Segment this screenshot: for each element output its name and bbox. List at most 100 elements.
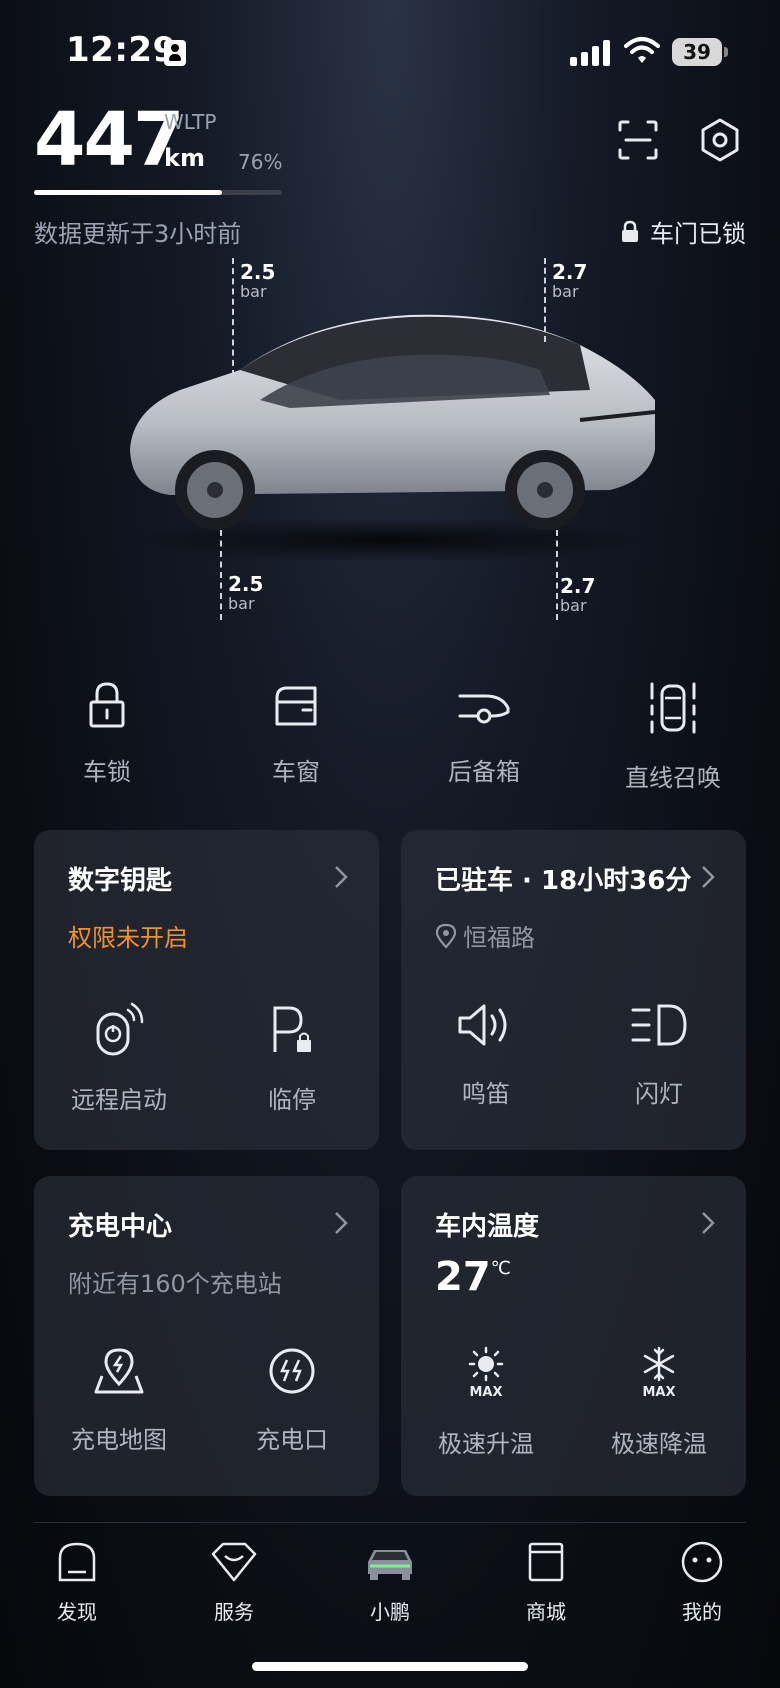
lock-icon (89, 682, 125, 728)
range-standard: WLTP (164, 110, 217, 134)
tire-line-rear-right (556, 530, 558, 620)
tire-pressure-rear-left: 2.7 bar (552, 260, 587, 301)
card-title: 已驻车 · 18小时36分 (435, 866, 692, 896)
id-card-icon (164, 40, 186, 66)
charge-port-icon (269, 1348, 315, 1394)
cabin-temperature: 27℃ (435, 1254, 511, 1300)
tab-xpeng[interactable]: 小鹏 (340, 1540, 440, 1625)
tire-value: 2.7 (552, 260, 588, 284)
quick-action-label: 车锁 (83, 758, 131, 786)
remote-start-button[interactable]: 远程启动 (49, 1000, 189, 1115)
horn-button[interactable]: 鸣笛 (416, 1000, 556, 1109)
tab-label: 服务 (214, 1600, 254, 1624)
tire-unit: bar (552, 282, 579, 301)
action-label: 极速降温 (611, 1430, 707, 1458)
lock-icon (622, 220, 638, 242)
battery-tip (724, 47, 728, 57)
rapid-cool-button[interactable]: MAX 极速降温 (589, 1346, 729, 1459)
headlight-icon (631, 1004, 687, 1046)
chevron-right-icon (702, 1212, 715, 1234)
rapid-heat-button[interactable]: MAX 极速升温 (416, 1346, 556, 1459)
battery-percent: 76% (238, 150, 283, 174)
tab-discover[interactable]: 发现 (27, 1540, 127, 1625)
temporary-parking-button[interactable]: 临停 (222, 1000, 362, 1115)
quick-action-label: 直线召唤 (625, 764, 721, 792)
tire-line-front-left (232, 258, 234, 376)
action-label: 临停 (268, 1086, 316, 1114)
service-icon (211, 1542, 257, 1582)
tab-profile[interactable]: 我的 (652, 1540, 752, 1625)
quick-action-label: 车窗 (272, 758, 320, 786)
discover-icon (58, 1542, 96, 1582)
location-label: 恒福路 (463, 924, 535, 952)
battery-indicator: 39 (672, 38, 722, 66)
digital-key-status: 权限未开启 (68, 924, 188, 952)
tire-value: 2.7 (560, 574, 596, 598)
update-time: 数据更新于3小时前 (34, 220, 242, 248)
settings-icon[interactable] (696, 116, 744, 164)
tire-unit: bar (228, 594, 255, 613)
temperature-value: 27 (435, 1254, 491, 1300)
tab-service[interactable]: 服务 (184, 1540, 284, 1625)
door-lock-status: 车门已锁 (620, 214, 746, 249)
quick-action-label: 后备箱 (448, 758, 520, 786)
max-label: MAX (642, 1385, 675, 1400)
profile-icon (681, 1541, 723, 1583)
tire-pressure-front-left: 2.5 bar (240, 260, 275, 301)
snowflake-max-icon: MAX (642, 1346, 676, 1400)
quick-action-trunk[interactable]: 后备箱 (414, 680, 554, 787)
tire-pressure-front-right: 2.5 bar (228, 572, 263, 613)
tire-pressure-rear-right: 2.7 bar (560, 574, 595, 615)
action-label: 极速升温 (438, 1430, 534, 1458)
tire-line-rear-left (544, 258, 546, 342)
digital-key-card[interactable]: 数字钥匙 权限未开启 远程启动 临停 (34, 830, 379, 1150)
range-value: 447 (34, 97, 184, 183)
signal-icon (570, 40, 612, 66)
charging-map-button[interactable]: 充电地图 (49, 1346, 189, 1455)
cabin-temperature-card[interactable]: 车内温度 27℃ MAX 极速升温 MAX 极速降温 (401, 1176, 746, 1496)
window-icon (275, 686, 317, 726)
flash-lights-button[interactable]: 闪灯 (589, 1000, 729, 1109)
card-title: 充电中心 (68, 1212, 173, 1242)
battery-progress-bar (34, 190, 282, 195)
tab-label: 商城 (526, 1600, 566, 1624)
range-unit: km (164, 144, 205, 172)
action-label: 远程启动 (71, 1086, 167, 1114)
max-label: MAX (469, 1385, 502, 1400)
action-label: 鸣笛 (462, 1080, 510, 1108)
charge-port-button[interactable]: 充电口 (222, 1346, 362, 1455)
quick-action-summon[interactable]: 直线召唤 (603, 680, 743, 793)
action-label: 充电地图 (71, 1426, 167, 1454)
tire-value: 2.5 (240, 260, 276, 284)
charging-center-card[interactable]: 充电中心 附近有160个充电站 充电地图 充电口 (34, 1176, 379, 1496)
tab-label: 小鹏 (370, 1600, 410, 1624)
tab-bar-divider (34, 1522, 746, 1523)
scan-icon[interactable] (614, 116, 662, 164)
action-label: 闪灯 (635, 1080, 683, 1108)
summon-icon (650, 682, 696, 734)
horn-icon (458, 1004, 507, 1046)
wifi-icon (624, 37, 660, 63)
status-time: 12:29 (66, 30, 177, 70)
home-indicator[interactable] (252, 1662, 528, 1671)
chevron-right-icon (335, 1212, 348, 1234)
parking-location: 恒福路 (435, 918, 535, 953)
car-illustration[interactable] (110, 300, 670, 580)
chevron-right-icon (702, 866, 715, 888)
parking-status-card[interactable]: 已驻车 · 18小时36分 恒福路 鸣笛 闪灯 (401, 830, 746, 1150)
tab-shop[interactable]: 商城 (496, 1540, 596, 1625)
chevron-right-icon (335, 866, 348, 888)
trunk-icon (458, 694, 510, 724)
tab-label: 我的 (682, 1600, 722, 1624)
remote-start-icon (96, 1002, 144, 1056)
tire-value: 2.5 (228, 572, 264, 596)
quick-action-window[interactable]: 车窗 (226, 680, 366, 787)
action-label: 充电口 (256, 1426, 328, 1454)
battery-progress-fill (34, 190, 223, 195)
quick-action-lock[interactable]: 车锁 (37, 680, 177, 787)
parking-lock-icon (273, 1006, 311, 1052)
door-lock-label: 车门已锁 (650, 220, 746, 248)
tab-label: 发现 (57, 1600, 97, 1624)
charging-map-icon (94, 1348, 144, 1394)
card-title: 车内温度 (435, 1212, 540, 1242)
